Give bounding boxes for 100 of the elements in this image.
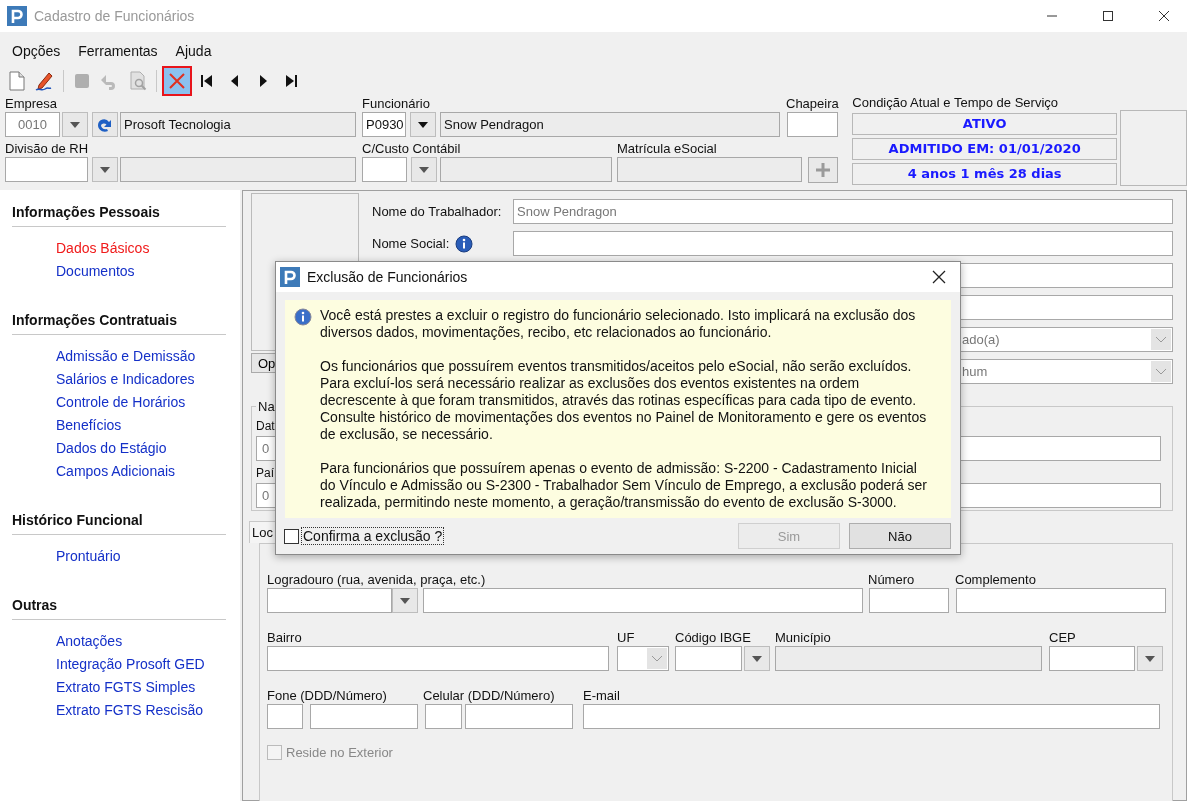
input-field[interactable]	[267, 588, 392, 613]
sidebar-link[interactable]: Controle de Horários	[56, 391, 186, 414]
maximize-icon[interactable]	[1102, 10, 1114, 22]
field-label: UF	[617, 630, 636, 646]
dropdown-button[interactable]	[744, 646, 770, 671]
close-icon[interactable]	[932, 270, 946, 284]
sidebar-link[interactable]: Extrato FGTS Simples	[56, 676, 196, 699]
field-label: Celular (DDD/Número)	[423, 688, 556, 704]
refresh-button[interactable]	[92, 112, 118, 137]
dropdown-button[interactable]	[92, 157, 118, 182]
caret-icon	[419, 166, 429, 173]
info-icon[interactable]	[455, 234, 474, 253]
caret-icon	[418, 121, 428, 128]
menu-item[interactable]: Ferramentas	[78, 43, 158, 59]
group-title: Na	[257, 399, 276, 414]
caret-icon	[752, 655, 762, 662]
sidebar-link[interactable]: Salários e Indicadores	[56, 368, 195, 391]
caret-icon	[1156, 336, 1166, 343]
dropdown-button[interactable]	[62, 112, 88, 137]
field-label: Funcionário	[362, 96, 431, 112]
dropdown-button[interactable]	[392, 588, 418, 613]
input-field[interactable]	[583, 704, 1160, 729]
caret-icon	[1145, 655, 1155, 662]
section-heading: Outras	[12, 597, 226, 620]
field-label: Paí	[256, 465, 274, 481]
checkbox-label[interactable]: Confirma a exclusão ?	[302, 528, 444, 544]
caret-icon	[1156, 368, 1166, 375]
sidebar-link[interactable]: Benefícios	[56, 414, 122, 437]
input-field[interactable]	[310, 704, 418, 729]
sidebar-link[interactable]: Anotações	[56, 630, 123, 653]
sidebar-link[interactable]: Admissão e Demissão	[56, 345, 196, 368]
chapeira-field[interactable]	[787, 112, 838, 137]
checkbox-label: Reside no Exterior	[286, 745, 393, 760]
sidebar-link[interactable]: Prontuário	[56, 545, 121, 568]
sidebar-link[interactable]: Dados Básicos	[56, 237, 150, 260]
field-label: CEP	[1049, 630, 1076, 646]
field-label: Fone (DDD/Número)	[267, 688, 388, 704]
section-heading: Informações Contratuais	[12, 312, 226, 335]
field-label: Matrícula eSocial	[617, 141, 717, 157]
input-field[interactable]	[423, 588, 863, 613]
window-title: Cadastro de Funcionários	[34, 8, 195, 24]
field-label: Bairro	[267, 630, 303, 646]
input-field[interactable]	[675, 646, 742, 671]
input-field[interactable]	[869, 588, 949, 613]
field-label: Logradouro (rua, avenida, praça, etc.)	[267, 572, 487, 588]
square-icon	[73, 72, 91, 90]
cross-icon	[167, 71, 187, 91]
add-button[interactable]	[808, 157, 838, 183]
checkbox[interactable]	[284, 528, 299, 544]
input-field[interactable]	[5, 157, 88, 182]
section-heading: Histórico Funcional	[12, 512, 226, 535]
employee-name-field: Snow Pendragon	[440, 112, 780, 137]
menu-item[interactable]: Opções	[12, 43, 61, 59]
status-field: 4 anos 1 mês 28 dias	[852, 163, 1118, 185]
last-record-icon	[284, 73, 298, 89]
dropdown-button[interactable]	[1137, 646, 1163, 671]
field-label: Empresa	[5, 96, 59, 112]
field-label: E-mail	[583, 688, 620, 704]
sidebar-link[interactable]: Documentos	[56, 260, 135, 283]
menu-item[interactable]: Ajuda	[175, 43, 212, 59]
caret-icon	[100, 166, 110, 173]
input-field[interactable]	[425, 704, 462, 729]
input-field[interactable]	[513, 231, 1173, 256]
dialog-button[interactable]: Não	[849, 523, 951, 549]
input-field[interactable]	[267, 646, 609, 671]
field-label: Complemento	[955, 572, 1036, 588]
caret-icon	[70, 121, 80, 128]
employee-code-field[interactable]: P0930	[362, 112, 406, 137]
field-label: C/Custo Contábil	[362, 141, 462, 157]
tab[interactable]: Loc	[249, 521, 276, 543]
dropdown-button[interactable]	[411, 157, 437, 182]
company-name-field: Prosoft Tecnologia	[120, 112, 356, 137]
dialog-title: Exclusão de Funcionários	[307, 269, 468, 285]
status-field: ADMITIDO EM: 01/01/2020	[852, 138, 1118, 160]
caret-icon	[400, 597, 410, 604]
field-label: Número	[868, 572, 916, 588]
input-field[interactable]	[465, 704, 573, 729]
field-label: Código IBGE	[675, 630, 752, 646]
input-field[interactable]	[1049, 646, 1135, 671]
dropdown-field[interactable]	[617, 646, 669, 671]
plus-icon	[815, 162, 831, 178]
close-icon[interactable]	[1158, 10, 1170, 22]
field-label: Dat	[256, 418, 275, 434]
sidebar-link[interactable]: Integração Prosoft GED	[56, 653, 205, 676]
sidebar-link[interactable]: Dados do Estágio	[56, 437, 167, 460]
info-icon	[294, 308, 312, 326]
field-label: Nome do Trabalhador:	[372, 204, 503, 219]
document-icon	[8, 71, 26, 91]
next-icon	[258, 73, 268, 89]
sidebar-link[interactable]: Extrato FGTS Rescisão	[56, 699, 204, 722]
message-text: Os funcionários que possuírem eventos transmitidos/aceitos pelo eSocial, não serão excluídos. Para excluí-los será necessário realizar as exclusões dos eventos existentes na ordem decrescente à que foram transmitidos, através das rotinas específicas para cada tipo de evento. Consulte histórico de movimentações dos eventos no Painel de Monitoramento e gere os eventos de exclusão, se necessário.	[320, 358, 928, 443]
input-field[interactable]	[362, 157, 407, 182]
caret-icon	[652, 655, 662, 662]
message-text: Para funcionários que possuírem apenas o evento de admissão: S-2200 - Cadastramento Inicial do Vínculo e Admissão ou S-2300 - Trabalhador Sem Vínculo de Emprego, a exclusão poderá ser realizada, permitindo neste momento, a geração/transmissão do evento de exclusão S-3000.	[320, 460, 929, 511]
field-label: Chapeira	[786, 96, 839, 112]
sidebar-link[interactable]: Campos Adicionais	[56, 460, 176, 483]
input-field[interactable]	[956, 588, 1166, 613]
dropdown-button[interactable]	[410, 112, 436, 137]
logo-icon	[280, 267, 300, 287]
input-field[interactable]	[267, 704, 303, 729]
